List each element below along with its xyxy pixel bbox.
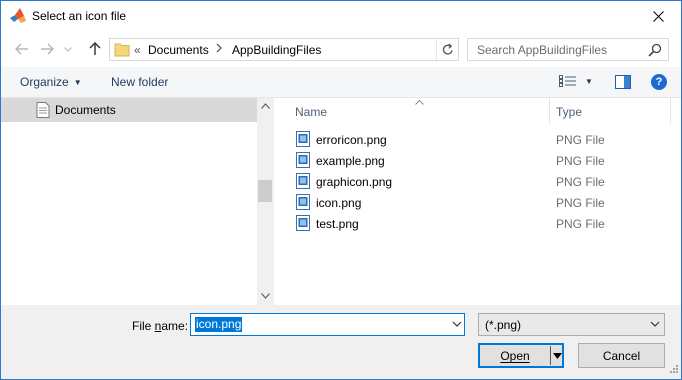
- file-row[interactable]: example.png PNG File: [296, 151, 676, 172]
- open-options-dropdown[interactable]: [553, 350, 562, 364]
- file-name-label: File name:: [132, 319, 188, 333]
- caret-down-icon: [553, 353, 562, 359]
- file-type-value: (*.png): [485, 318, 522, 332]
- label-part: File: [132, 319, 155, 333]
- recent-locations-button[interactable]: [62, 39, 74, 59]
- png-file-icon: [296, 152, 310, 171]
- column-header-name[interactable]: Name: [295, 105, 327, 131]
- organize-menu[interactable]: Organize ▼: [20, 75, 82, 89]
- file-dialog-window: Select an icon file « Documents AppBuild…: [0, 0, 682, 380]
- file-name-combobox[interactable]: icon.png: [190, 313, 465, 336]
- refresh-icon: [442, 43, 453, 55]
- breadcrumb-chevron-icon[interactable]: [216, 42, 222, 56]
- file-type-select[interactable]: (*.png): [478, 313, 665, 336]
- address-bar[interactable]: « Documents AppBuildingFiles: [109, 38, 459, 61]
- organize-label: Organize: [20, 75, 69, 89]
- file-name-input[interactable]: icon.png: [195, 317, 243, 332]
- cancel-button[interactable]: Cancel: [578, 343, 665, 368]
- nav-scrollbar[interactable]: [257, 98, 273, 306]
- file-row[interactable]: icon.png PNG File: [296, 193, 676, 214]
- column-divider[interactable]: [670, 98, 671, 124]
- column-header-type[interactable]: Type: [556, 105, 582, 131]
- caret-down-icon: ▼: [585, 76, 593, 86]
- file-list: Name Type erroricon.png PNG File example…: [274, 97, 681, 305]
- breadcrumb-documents[interactable]: Documents: [148, 43, 209, 57]
- png-file-icon: [296, 215, 310, 234]
- search-icon[interactable]: [648, 43, 662, 60]
- dialog-footer: File name: icon.png (*.png) Open Cancel: [1, 305, 681, 379]
- details-view-icon: [559, 75, 576, 87]
- navigation-pane: Documents: [1, 97, 273, 306]
- breadcrumb-appbuildingfiles[interactable]: AppBuildingFiles: [232, 43, 321, 57]
- window-title: Select an icon file: [32, 9, 127, 23]
- open-button-label: Open: [500, 349, 530, 363]
- nav-item-documents[interactable]: Documents: [1, 98, 257, 122]
- file-name: icon.png: [316, 196, 362, 210]
- file-type: PNG File: [556, 133, 605, 147]
- cancel-button-label: Cancel: [602, 349, 641, 363]
- file-name: example.png: [316, 154, 385, 168]
- scroll-thumb[interactable]: [258, 180, 272, 202]
- file-type: PNG File: [556, 196, 605, 210]
- view-options-button[interactable]: ▼: [559, 75, 593, 87]
- open-button[interactable]: Open: [478, 343, 564, 368]
- refresh-button[interactable]: [436, 39, 458, 60]
- file-row[interactable]: test.png PNG File: [296, 214, 676, 235]
- file-name: erroricon.png: [316, 133, 387, 147]
- png-file-icon: [296, 173, 310, 192]
- preview-pane-icon: [615, 75, 631, 89]
- navigation-row: « Documents AppBuildingFiles Search AppB…: [1, 31, 681, 67]
- chevron-down-icon: [650, 317, 660, 334]
- command-toolbar: Organize ▼ New folder ▼ ?: [1, 67, 681, 97]
- column-divider[interactable]: [549, 98, 550, 124]
- folder-icon: [114, 42, 130, 60]
- resize-grip-icon[interactable]: [669, 363, 679, 377]
- file-row[interactable]: erroricon.png PNG File: [296, 130, 676, 151]
- scroll-down-icon[interactable]: [257, 288, 273, 304]
- split-divider: [550, 346, 551, 365]
- forward-button[interactable]: [37, 39, 57, 59]
- chevron-down-icon[interactable]: [452, 317, 462, 334]
- scroll-up-icon[interactable]: [257, 98, 273, 114]
- file-type: PNG File: [556, 154, 605, 168]
- breadcrumb-overflow[interactable]: «: [134, 43, 141, 57]
- caret-down-icon: ▼: [73, 78, 82, 87]
- forward-arrow-icon: [41, 43, 54, 55]
- close-button[interactable]: [635, 1, 681, 31]
- chevron-down-icon: [64, 46, 72, 52]
- search-input[interactable]: Search AppBuildingFiles: [477, 43, 607, 57]
- close-icon: [652, 10, 664, 22]
- up-arrow-icon: [89, 42, 101, 55]
- png-file-icon: [296, 194, 310, 213]
- new-folder-button[interactable]: New folder: [111, 75, 168, 89]
- help-icon: ?: [655, 76, 663, 88]
- title-bar: Select an icon file: [1, 1, 681, 31]
- png-file-icon: [296, 131, 310, 150]
- search-box[interactable]: Search AppBuildingFiles: [467, 38, 669, 61]
- up-button[interactable]: [85, 39, 105, 59]
- sort-ascending-icon: [415, 97, 424, 107]
- file-type: PNG File: [556, 217, 605, 231]
- file-name: graphicon.png: [316, 175, 393, 189]
- preview-pane-button[interactable]: [615, 75, 631, 92]
- back-arrow-icon: [15, 43, 28, 55]
- matlab-logo-icon: [9, 7, 27, 25]
- documents-icon: [36, 102, 50, 121]
- nav-item-label: Documents: [55, 103, 116, 117]
- file-name: test.png: [316, 217, 359, 231]
- file-row[interactable]: graphicon.png PNG File: [296, 172, 676, 193]
- back-button[interactable]: [12, 39, 32, 59]
- label-part: ame:: [161, 319, 189, 333]
- help-button[interactable]: ?: [651, 74, 667, 90]
- file-type: PNG File: [556, 175, 605, 189]
